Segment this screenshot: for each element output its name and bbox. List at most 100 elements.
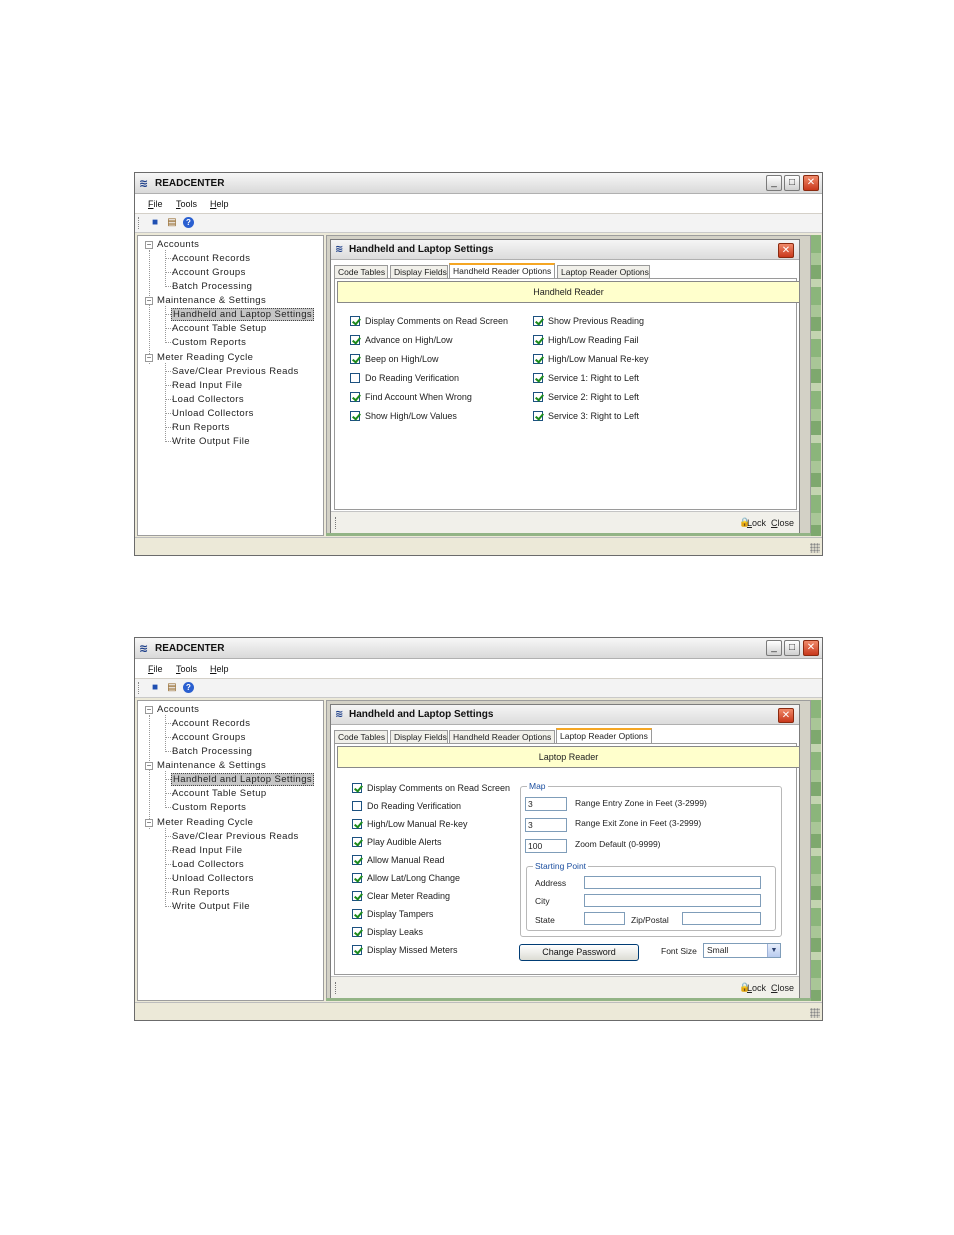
checkbox-beep-high-low[interactable]: Beep on High/Low xyxy=(350,354,439,364)
tab-display-fields[interactable]: Display Fields xyxy=(390,730,448,743)
tree-read-input-file[interactable]: Read Input File xyxy=(172,380,242,391)
collapse-toggle[interactable]: − xyxy=(145,762,153,770)
checkbox-high-low-manual-rekey[interactable]: High/Low Manual Re-key xyxy=(533,354,649,364)
square-icon[interactable]: ■ xyxy=(149,217,161,229)
tree-load-collectors[interactable]: Load Collectors xyxy=(172,859,244,870)
tree-accounts[interactable]: Accounts xyxy=(157,239,199,250)
range-entry-input[interactable]: 3 xyxy=(525,797,567,811)
tree-account-groups[interactable]: Account Groups xyxy=(172,732,246,743)
tree-custom-reports[interactable]: Custom Reports xyxy=(172,802,246,813)
maximize-button[interactable]: □ xyxy=(784,640,800,656)
minimize-button[interactable]: _ xyxy=(766,640,782,656)
tree-save-clear-previous-reads[interactable]: Save/Clear Previous Reads xyxy=(172,366,299,377)
checkbox-advance-high-low[interactable]: Advance on High/Low xyxy=(350,335,453,345)
menu-file[interactable]: File xyxy=(148,664,163,674)
city-input[interactable] xyxy=(584,894,761,907)
checkbox-display-leaks[interactable]: Display Leaks xyxy=(352,927,423,937)
zip-input[interactable] xyxy=(682,912,761,925)
change-password-button[interactable]: Change Password xyxy=(519,944,639,961)
lock-button[interactable]: Lock xyxy=(747,983,766,993)
tree-write-output-file[interactable]: Write Output File xyxy=(172,901,250,912)
checkbox-show-high-low-values[interactable]: Show High/Low Values xyxy=(350,411,457,421)
checkbox-reading-verification[interactable]: Do Reading Verification xyxy=(350,373,459,383)
toolbar-grip[interactable] xyxy=(138,217,141,229)
help-icon[interactable]: ? xyxy=(183,217,194,228)
checkbox-allow-manual-read[interactable]: Allow Manual Read xyxy=(352,855,445,865)
minimize-button[interactable]: _ xyxy=(766,175,782,191)
checkbox-allow-lat-long-change[interactable]: Allow Lat/Long Change xyxy=(352,873,460,883)
checkbox-service-3[interactable]: Service 3: Right to Left xyxy=(533,411,639,421)
close-button[interactable]: ✕ xyxy=(803,640,819,656)
title-bar[interactable]: ≋ READCENTER _ □ ✕ xyxy=(135,638,822,659)
tree-read-input-file[interactable]: Read Input File xyxy=(172,845,242,856)
tree-save-clear-previous-reads[interactable]: Save/Clear Previous Reads xyxy=(172,831,299,842)
menu-tools[interactable]: Tools xyxy=(176,199,197,209)
tree-account-records[interactable]: Account Records xyxy=(172,718,250,729)
tree-account-groups[interactable]: Account Groups xyxy=(172,267,246,278)
menu-tools[interactable]: Tools xyxy=(176,664,197,674)
tree-load-collectors[interactable]: Load Collectors xyxy=(172,394,244,405)
tree-meter-reading-cycle[interactable]: Meter Reading Cycle xyxy=(157,817,253,828)
address-input[interactable] xyxy=(584,876,761,889)
tab-handheld-reader-options[interactable]: Handheld Reader Options xyxy=(449,730,555,743)
chevron-down-icon[interactable]: ▼ xyxy=(767,944,780,957)
tree-meter-reading-cycle[interactable]: Meter Reading Cycle xyxy=(157,352,253,363)
tree-unload-collectors[interactable]: Unload Collectors xyxy=(172,873,254,884)
collapse-toggle[interactable]: − xyxy=(145,819,153,827)
checkbox-play-audible-alerts[interactable]: Play Audible Alerts xyxy=(352,837,442,847)
tree-account-table-setup[interactable]: Account Table Setup xyxy=(172,323,267,334)
tree-run-reports[interactable]: Run Reports xyxy=(172,422,230,433)
state-input[interactable] xyxy=(584,912,625,925)
tree-accounts[interactable]: Accounts xyxy=(157,704,199,715)
zoom-default-input[interactable]: 100 xyxy=(525,839,567,853)
resize-grip[interactable] xyxy=(810,543,820,553)
checkbox-display-missed-meters[interactable]: Display Missed Meters xyxy=(352,945,458,955)
close-dialog-button[interactable]: Close xyxy=(771,983,794,993)
checkbox-high-low-manual-rekey[interactable]: High/Low Manual Re-key xyxy=(352,819,468,829)
tree-batch-processing[interactable]: Batch Processing xyxy=(172,281,252,292)
tab-laptop-reader-options[interactable]: Laptop Reader Options xyxy=(557,265,650,278)
collapse-toggle[interactable]: − xyxy=(145,297,153,305)
checkbox-reading-verification[interactable]: Do Reading Verification xyxy=(352,801,461,811)
tab-laptop-reader-options[interactable]: Laptop Reader Options xyxy=(556,728,652,743)
tab-code-tables[interactable]: Code Tables xyxy=(334,730,388,743)
tree-custom-reports[interactable]: Custom Reports xyxy=(172,337,246,348)
dialog-title-bar[interactable]: ≋ Handheld and Laptop Settings ✕ xyxy=(331,240,799,260)
square-icon[interactable]: ■ xyxy=(149,682,161,694)
dialog-close-button[interactable]: ✕ xyxy=(778,708,794,723)
menu-file[interactable]: File xyxy=(148,199,163,209)
menu-help[interactable]: Help xyxy=(210,199,229,209)
properties-icon[interactable]: ▤ xyxy=(166,217,178,229)
checkbox-display-comments[interactable]: Display Comments on Read Screen xyxy=(352,783,510,793)
menu-help[interactable]: Help xyxy=(210,664,229,674)
tree-account-table-setup[interactable]: Account Table Setup xyxy=(172,788,267,799)
lock-button[interactable]: Lock xyxy=(747,518,766,528)
resize-grip[interactable] xyxy=(810,1008,820,1018)
range-exit-input[interactable]: 3 xyxy=(525,818,567,832)
font-size-select[interactable]: Small ▼ xyxy=(703,943,781,958)
tree-run-reports[interactable]: Run Reports xyxy=(172,887,230,898)
checkbox-show-previous-reading[interactable]: Show Previous Reading xyxy=(533,316,644,326)
checkbox-find-account[interactable]: Find Account When Wrong xyxy=(350,392,472,402)
tree-maintenance-settings[interactable]: Maintenance & Settings xyxy=(157,295,266,306)
tree-handheld-laptop-settings[interactable]: Handheld and Laptop Settings xyxy=(171,308,315,321)
checkbox-high-low-reading-fail[interactable]: High/Low Reading Fail xyxy=(533,335,639,345)
checkbox-display-tampers[interactable]: Display Tampers xyxy=(352,909,433,919)
checkbox-display-comments[interactable]: Display Comments on Read Screen xyxy=(350,316,508,326)
dialog-title-bar[interactable]: ≋ Handheld and Laptop Settings ✕ xyxy=(331,705,799,725)
tab-code-tables[interactable]: Code Tables xyxy=(334,265,388,278)
title-bar[interactable]: ≋ READCENTER _ □ ✕ xyxy=(135,173,822,194)
tree-account-records[interactable]: Account Records xyxy=(172,253,250,264)
tree-batch-processing[interactable]: Batch Processing xyxy=(172,746,252,757)
checkbox-service-1[interactable]: Service 1: Right to Left xyxy=(533,373,639,383)
tab-handheld-reader-options[interactable]: Handheld Reader Options xyxy=(449,263,555,278)
dialog-close-button[interactable]: ✕ xyxy=(778,243,794,258)
tab-display-fields[interactable]: Display Fields xyxy=(390,265,448,278)
maximize-button[interactable]: □ xyxy=(784,175,800,191)
tree-unload-collectors[interactable]: Unload Collectors xyxy=(172,408,254,419)
close-button[interactable]: ✕ xyxy=(803,175,819,191)
collapse-toggle[interactable]: − xyxy=(145,241,153,249)
properties-icon[interactable]: ▤ xyxy=(166,682,178,694)
collapse-toggle[interactable]: − xyxy=(145,354,153,362)
help-icon[interactable]: ? xyxy=(183,682,194,693)
